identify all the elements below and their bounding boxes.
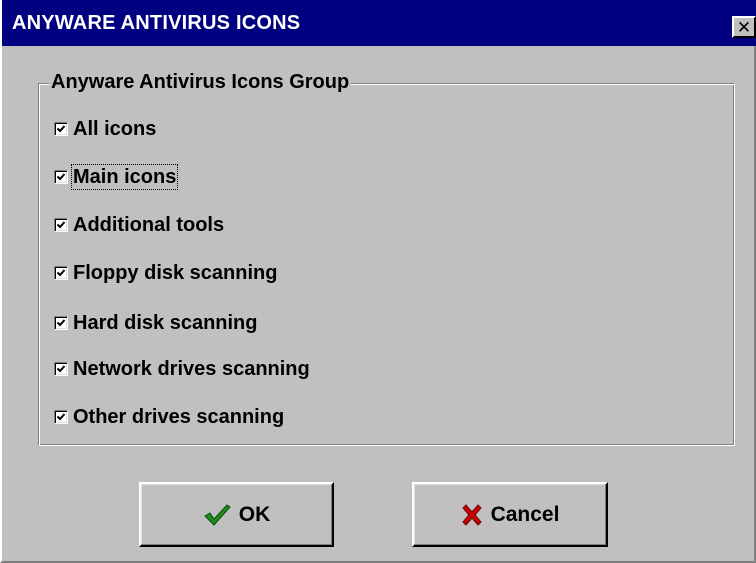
cancel-button[interactable]: Cancel <box>412 482 608 547</box>
checkbox-box[interactable] <box>54 410 68 424</box>
checkbox-box[interactable] <box>54 218 68 232</box>
checkbox-label: Network drives scanning <box>73 358 310 380</box>
close-button[interactable]: ✕ <box>732 16 756 38</box>
checkbox-label: All icons <box>73 118 157 140</box>
group-legend: Anyware Antivirus Icons Group <box>49 70 352 94</box>
checkmark-icon <box>56 319 66 327</box>
checkbox-network-drives-scanning[interactable]: Network drives scanning <box>54 356 311 382</box>
checkbox-box[interactable] <box>54 170 68 184</box>
green-checkmark-icon <box>203 503 231 527</box>
checkbox-label: Other drives scanning <box>73 406 285 428</box>
close-icon: ✕ <box>736 17 752 37</box>
checkbox-other-drives-scanning[interactable]: Other drives scanning <box>54 404 285 430</box>
red-x-icon <box>461 503 483 526</box>
checkbox-box[interactable] <box>54 362 68 376</box>
checkbox-hard-disk-scanning[interactable]: Hard disk scanning <box>54 310 259 336</box>
checkmark-icon <box>56 413 66 421</box>
checkbox-all-icons[interactable]: All icons <box>54 116 157 142</box>
checkbox-floppy-disk-scanning[interactable]: Floppy disk scanning <box>54 260 278 286</box>
ok-button-label: OK <box>238 502 271 526</box>
window-title: ANYWARE ANTIVIRUS ICONS <box>12 12 301 34</box>
cancel-button-label: Cancel <box>490 502 560 526</box>
checkmark-icon <box>56 173 66 181</box>
checkbox-box[interactable] <box>54 122 68 136</box>
checkbox-label: Hard disk scanning <box>73 312 258 334</box>
checkbox-box[interactable] <box>54 266 68 280</box>
dialog-window: ANYWARE ANTIVIRUS ICONS ✕ Anyware Antivi… <box>0 0 756 563</box>
checkmark-icon <box>56 365 66 373</box>
checkmark-icon <box>56 269 66 277</box>
checkbox-additional-tools[interactable]: Additional tools <box>54 212 225 238</box>
ok-button[interactable]: OK <box>139 482 334 547</box>
checkbox-label: Main icons <box>70 164 179 190</box>
checkmark-icon <box>56 221 66 229</box>
checkbox-main-icons[interactable]: Main icons <box>54 164 179 190</box>
checkmark-icon <box>56 125 66 133</box>
checkbox-label: Additional tools <box>73 214 225 236</box>
checkbox-label: Floppy disk scanning <box>73 262 278 284</box>
checkbox-box[interactable] <box>54 316 68 330</box>
title-bar[interactable]: ANYWARE ANTIVIRUS ICONS ✕ <box>2 0 756 46</box>
